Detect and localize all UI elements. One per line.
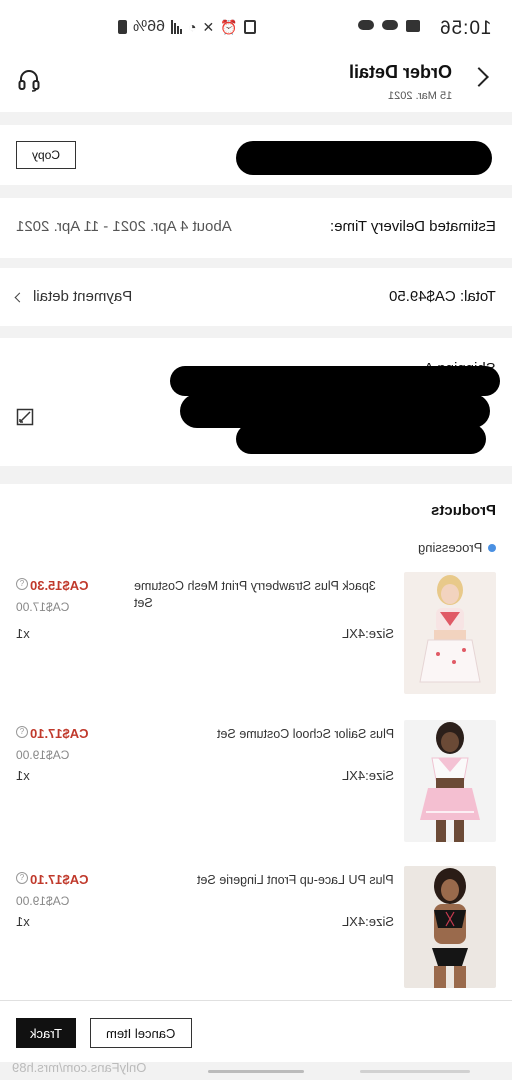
- copy-button[interactable]: Copy: [16, 141, 76, 169]
- product-qty: x1: [16, 914, 30, 929]
- product-image[interactable]: [404, 866, 496, 988]
- mute-icon: ✕: [202, 18, 215, 35]
- product-item[interactable]: Plus PU Lace-up Front Lingerie Set ? CA$…: [0, 866, 512, 992]
- watermark-text: OnlyFans.com/mrs.h89: [12, 1060, 147, 1075]
- product-name: 3pack Plus Strawberry Print Mesh Costume…: [134, 579, 376, 610]
- cancel-item-button[interactable]: Cancel Item: [90, 1018, 192, 1048]
- battery-icon: [118, 20, 127, 34]
- product-qty: x1: [16, 626, 30, 641]
- order-date-wrap: 15 Mar. 2021: [388, 90, 452, 102]
- payment-section[interactable]: Total: CA$49.50 Payment detail: [0, 268, 512, 326]
- gesture-nav-bar: [208, 1070, 304, 1073]
- redacted-address-line-2: [180, 394, 490, 428]
- cloud-icon: [358, 20, 374, 30]
- headset-icon[interactable]: [18, 68, 40, 92]
- redacted-address-line-3: [236, 424, 486, 454]
- status-bar: 66% ◔ ✕ ⏰ 10:56: [0, 0, 512, 50]
- product-item[interactable]: Plus Sailor School Costume Set ? CA$17.1…: [0, 720, 512, 846]
- info-icon[interactable]: ?: [16, 578, 28, 590]
- product-name: Plus Sailor School Costume Set: [216, 727, 394, 741]
- status-left-icons: 66% ◔ ✕ ⏰: [118, 18, 256, 36]
- product-name-wrap[interactable]: Plus PU Lace-up Front Lingerie Set: [134, 872, 394, 889]
- redacted-order-number: [236, 141, 492, 175]
- gesture-nav-bar-secondary: [360, 1070, 470, 1073]
- signal-icon: [171, 20, 183, 34]
- cancel-label: Cancel Item: [106, 1025, 176, 1041]
- order-total: Total: CA$49.50: [389, 288, 496, 305]
- page-title-wrap: Order Detail: [349, 62, 452, 83]
- delivery-value: About 4 Apr. 2021 - 11 Apr. 2021: [16, 218, 232, 235]
- product-price: CA$15.30: [30, 578, 89, 593]
- redacted-address-line-1: [170, 366, 500, 396]
- original-price: CA$19.00: [16, 748, 70, 762]
- status-dot-icon: [488, 544, 496, 552]
- header: Order Detail 15 Mar. 2021: [0, 50, 512, 112]
- photo-icon: [406, 20, 420, 32]
- product-name: Plus PU Lace-up Front Lingerie Set: [197, 873, 394, 887]
- original-price-wrap: CA$17.00: [16, 600, 69, 614]
- status-time-wrap: 10:56: [439, 18, 492, 40]
- product-qty-wrap: x1: [16, 768, 30, 783]
- back-chevron-icon[interactable]: [469, 67, 489, 87]
- product-size-wrap: Size:4XL: [342, 768, 394, 783]
- track-label: Track: [29, 1025, 63, 1041]
- product-qty: x1: [16, 768, 30, 783]
- product-qty-wrap: x1: [16, 626, 30, 641]
- original-price: CA$17.00: [16, 600, 70, 614]
- delivery-section: Estimated Delivery Time: About 4 Apr. 20…: [0, 198, 512, 258]
- original-price: CA$19.00: [16, 894, 70, 908]
- delivery-label-wrap: Estimated Delivery Time:: [330, 218, 496, 235]
- status-right-icons: [358, 20, 420, 32]
- total-wrap: Total: CA$49.50: [389, 288, 496, 305]
- product-name-wrap[interactable]: Plus Sailor School Costume Set: [134, 726, 394, 743]
- payment-detail-label: Payment detail: [33, 288, 133, 305]
- product-price-wrap: CA$15.30: [30, 578, 89, 593]
- product-price-wrap: CA$17.10: [30, 872, 89, 887]
- alarm-icon: ⏰: [220, 18, 238, 35]
- delivery-value-wrap: About 4 Apr. 2021 - 11 Apr. 2021: [16, 218, 232, 235]
- copy-label: Copy: [31, 148, 60, 162]
- image-icon: [382, 20, 398, 30]
- product-size-wrap: Size:4XL: [342, 914, 394, 929]
- order-date: 15 Mar. 2021: [387, 90, 452, 102]
- products-title: Products: [430, 502, 496, 519]
- chevron-left-icon: [14, 292, 25, 302]
- watermark: OnlyFans.com/mrs.h89: [12, 1060, 146, 1075]
- product-size: Size:4XL: [341, 768, 394, 783]
- wifi-icon: ◔: [188, 19, 197, 35]
- shipping-section[interactable]: Shipping A: [0, 338, 512, 466]
- product-price: CA$17.10: [30, 872, 89, 887]
- payment-detail-link[interactable]: Payment detail: [14, 288, 133, 305]
- product-size: Size:4XL: [341, 626, 394, 641]
- product-image[interactable]: [404, 720, 496, 842]
- cat-icon: [243, 20, 256, 34]
- info-icon[interactable]: ?: [16, 872, 28, 884]
- order-number-section: Copy: [0, 125, 512, 185]
- product-price: CA$17.10: [30, 726, 89, 741]
- page-title: Order Detail: [348, 62, 452, 82]
- product-qty-wrap: x1: [16, 914, 30, 929]
- product-item[interactable]: 3pack Plus Strawberry Print Mesh Costume…: [0, 572, 512, 698]
- original-price-wrap: CA$19.00: [16, 894, 69, 908]
- status-text-wrap: Processing: [418, 540, 482, 555]
- product-size: Size:4XL: [341, 914, 394, 929]
- track-button[interactable]: Track: [16, 1018, 76, 1048]
- delivery-label: Estimated Delivery Time:: [330, 218, 496, 235]
- product-price-wrap: CA$17.10: [30, 726, 89, 741]
- battery-percent: 66%: [133, 18, 166, 35]
- products-section: Products Processing 3pack Plus Strawberr…: [0, 484, 512, 1000]
- products-title-wrap: Products: [431, 502, 496, 519]
- info-icon[interactable]: ?: [16, 726, 28, 738]
- status-time: 10:56: [439, 18, 492, 39]
- product-size-wrap: Size:4XL: [342, 626, 394, 641]
- original-price-wrap: CA$19.00: [16, 748, 69, 762]
- product-image[interactable]: [404, 572, 496, 694]
- product-name-wrap[interactable]: 3pack Plus Strawberry Print Mesh Costume…: [134, 578, 394, 612]
- processing-status: Processing: [417, 540, 482, 555]
- edit-icon[interactable]: [16, 408, 34, 426]
- bottom-action-bar: Track Cancel Item: [0, 1000, 512, 1062]
